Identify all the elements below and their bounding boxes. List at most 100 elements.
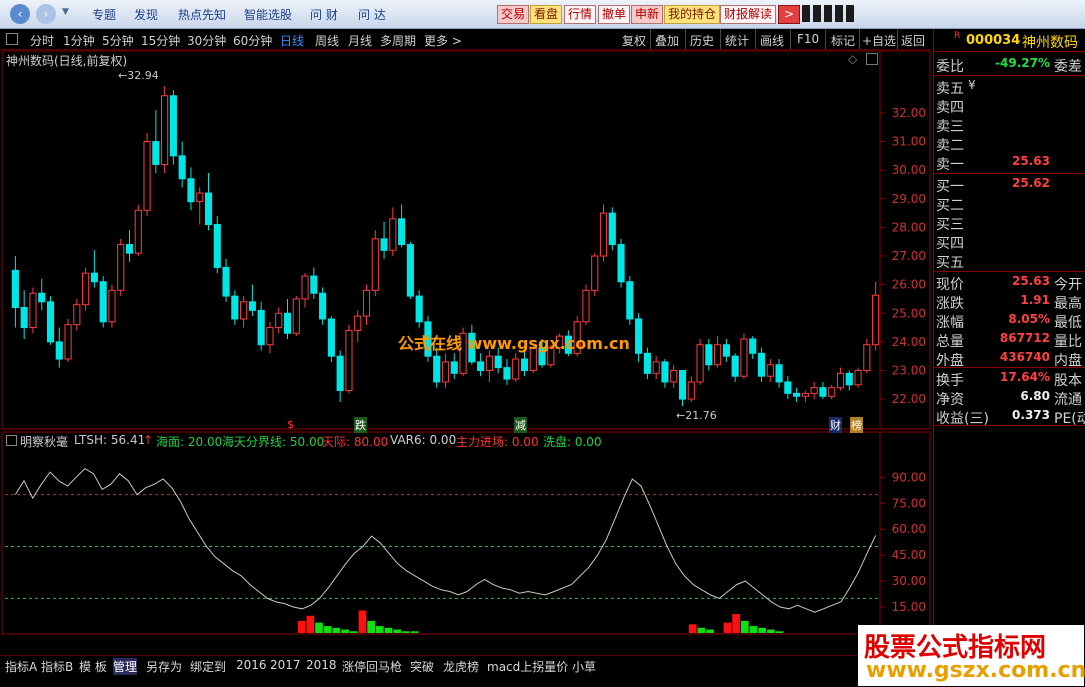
period-fenshi[interactable]: 分时 [30, 32, 54, 49]
tool-f10[interactable]: F10 [797, 32, 819, 46]
candle-body [784, 381, 792, 394]
holdings-button[interactable]: 我的持仓 [664, 5, 721, 24]
stat2-row: 净资 6.80 流通 [934, 389, 1085, 408]
candle-body [134, 209, 142, 254]
hangqing-button[interactable]: 行情 [564, 5, 597, 24]
tool-tongji[interactable]: 统计 [725, 32, 749, 49]
nav-faxian[interactable]: 发现 [134, 6, 158, 23]
tab-2016[interactable]: 2016 [236, 658, 267, 672]
xipan-bar [402, 631, 410, 633]
settings-icon[interactable] [866, 53, 878, 65]
zhuli-value: 主力进场: 0.00 [456, 435, 539, 449]
candle-body [415, 295, 423, 323]
period-weekly[interactable]: 周线 [315, 32, 339, 49]
price-axis: 32.00 31.00 30.00 29.00 28.00 27.00 26.00 25.00… [880, 106, 926, 406]
signal-jian: 减 [514, 417, 527, 433]
sell-level-row: 卖四 [934, 97, 1085, 116]
tab-guanli[interactable]: 管理 [113, 658, 138, 675]
indicator-name: 明察秋毫 [20, 435, 69, 449]
candle-body [433, 355, 441, 383]
candle-body [854, 369, 862, 386]
period-15min[interactable]: 15分钟 [141, 32, 180, 49]
period-toolbar: 分时 1分钟 5分钟 15分钟 30分钟 60分钟 日线 周线 月线 多周期 更… [0, 29, 930, 50]
candle-body [117, 244, 125, 291]
tab-lingcunwei[interactable]: 另存为 [146, 658, 182, 675]
report-button[interactable]: 财报解读 [720, 5, 777, 24]
nav-wenda[interactable]: 问 达 [358, 6, 386, 23]
tool-diejia[interactable]: 叠加 [655, 32, 679, 49]
chedan-button[interactable]: 撤单 [598, 5, 631, 24]
candle-body [266, 327, 274, 346]
tool-biaoji[interactable]: 标记 [831, 32, 855, 49]
tab-zhibiao-a[interactable]: 指标A [5, 658, 37, 675]
period-60min[interactable]: 60分钟 [233, 32, 272, 49]
period-daily[interactable]: 日线 [280, 32, 304, 49]
tab-2017[interactable]: 2017 [270, 658, 301, 672]
xipan-bar [758, 627, 767, 633]
candle-body [310, 275, 318, 294]
tool-fanhui[interactable]: 返回 [901, 32, 925, 49]
price-tick-label: 24.00 [892, 335, 926, 349]
tab-macd[interactable]: macd上拐量价 [487, 658, 568, 675]
candle-body [626, 281, 634, 320]
xipan-bar [315, 622, 323, 633]
tab-zhangting[interactable]: 涨停回马枪 [342, 658, 402, 675]
period-1min[interactable]: 1分钟 [63, 32, 95, 49]
collapse-icon[interactable] [6, 33, 18, 45]
tab-xiaocao[interactable]: 小草 [572, 658, 596, 675]
nav-wencai[interactable]: 问 财 [310, 6, 338, 23]
tab-bangding[interactable]: 绑定到 [190, 658, 226, 675]
stock-code: 000034 [966, 33, 1021, 48]
xipan-bar [349, 631, 358, 633]
indicator-collapse-icon[interactable] [6, 435, 17, 446]
shenxin-button[interactable]: 申新 [631, 5, 664, 24]
trade-button[interactable]: 交易 [497, 5, 530, 24]
nav-redian[interactable]: 热点先知 [178, 6, 226, 23]
period-monthly[interactable]: 月线 [348, 32, 372, 49]
tab-zhibiao-b[interactable]: 指标B [41, 658, 73, 675]
price-tick-label: 31.00 [892, 135, 926, 149]
candle-body [213, 224, 221, 268]
tab-moban[interactable]: 模 板 [79, 658, 107, 675]
xipan-bar [375, 626, 384, 633]
forward-icon[interactable]: › [36, 4, 56, 24]
stat2-value: 0.373 [1012, 408, 1050, 422]
indicator-tick-label: 90.00 [892, 470, 926, 484]
candle-body [599, 212, 608, 257]
period-multi[interactable]: 多周期 [380, 32, 416, 49]
candle-body [801, 392, 809, 397]
tool-zixuan[interactable]: +自选 [862, 32, 896, 49]
candle-body [336, 355, 344, 392]
tab-longhubang[interactable]: 龙虎榜 [443, 658, 479, 675]
status-block [824, 5, 832, 22]
candle-body [178, 155, 186, 180]
nav-xuangu[interactable]: 智能选股 [244, 6, 292, 23]
candle-body [196, 192, 204, 203]
tab-tupo[interactable]: 突破 [410, 658, 434, 675]
stat-right-label: 今开 [1054, 277, 1082, 293]
candle-body [608, 212, 616, 246]
yuan-icon: ¥ [968, 78, 976, 92]
tool-fuquan[interactable]: 复权 [622, 32, 646, 49]
tab-2018[interactable]: 2018 [306, 658, 337, 672]
chart-watermark: 公式在线 www.gsgx.com.cn [398, 334, 630, 353]
candle-body [169, 95, 177, 157]
period-more[interactable]: 更多 > [424, 32, 462, 49]
price-tick-label: 32.00 [892, 106, 926, 120]
tool-lishi[interactable]: 历史 [690, 32, 714, 49]
back-icon[interactable]: ‹ [10, 4, 30, 24]
dropdown-icon[interactable]: ▼ [62, 7, 69, 17]
candle-body [477, 361, 485, 371]
stat-label: 现价 [936, 277, 964, 293]
kanpan-button[interactable]: 看盘 [530, 5, 563, 24]
tool-huaxian[interactable]: 画线 [760, 32, 784, 49]
diamond-icon[interactable]: ◇ [848, 52, 857, 66]
more-button[interactable]: > [778, 5, 800, 24]
haimian-value: 海面: 20.00 [156, 435, 223, 449]
nav-zhuanti[interactable]: 专题 [92, 6, 116, 23]
candle-body [757, 352, 766, 377]
period-5min[interactable]: 5分钟 [102, 32, 134, 49]
candle-body [82, 272, 90, 306]
period-30min[interactable]: 30分钟 [187, 32, 226, 49]
high-label: ←32.94 [118, 69, 159, 82]
